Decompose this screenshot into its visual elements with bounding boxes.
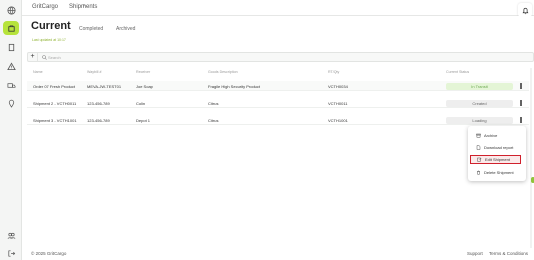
- column-current-status[interactable]: Current Status: [446, 70, 469, 74]
- table-header: Name Waybill # Receiver Goods Descriptio…: [22, 68, 534, 76]
- cell-waybill: MEVA-JW-TEST01: [87, 84, 122, 89]
- row-menu-icon[interactable]: [518, 100, 524, 107]
- table-row[interactable]: Shipment 2 - VCTH0011 123-456-789 Colin …: [27, 98, 529, 108]
- download-icon: [475, 145, 481, 151]
- table-scrollbar[interactable]: [530, 68, 532, 248]
- cell-name: Shipment 2 - VCTH0011: [33, 101, 77, 106]
- archive-icon: [475, 133, 481, 139]
- status-badge: In Transit: [446, 82, 513, 90]
- map-pin-icon[interactable]: [4, 96, 18, 110]
- truck-icon[interactable]: [4, 78, 18, 92]
- menu-item-label: Edit Shipment: [485, 157, 510, 162]
- table-row[interactable]: Order 07 Fresh Product MEVA-JW-TEST01 Jo…: [27, 81, 529, 91]
- column-waybill[interactable]: Waybill #: [87, 70, 101, 74]
- search-icon: [42, 54, 47, 60]
- trash-icon: [475, 170, 481, 176]
- cell-name: Order 07 Fresh Product: [33, 84, 76, 89]
- menu-item-label: Archive: [484, 133, 498, 138]
- cell-receiver: Colin: [136, 101, 146, 106]
- logout-icon[interactable]: [4, 246, 18, 260]
- breadcrumb-current: Shipments: [69, 4, 98, 10]
- cell-receiver: Depot 1: [136, 118, 151, 123]
- row-menu-icon[interactable]: [518, 83, 524, 90]
- table-row[interactable]: Shipment 3 - VCTH1001 123-456-789 Depot …: [27, 115, 529, 125]
- menu-item-label: Delete Shipment: [484, 170, 514, 175]
- row-menu-icon[interactable]: [518, 117, 524, 124]
- main-content: Current Completed Archived Last updated …: [22, 16, 534, 260]
- globe-icon[interactable]: [4, 3, 18, 17]
- menu-item-delete-shipment[interactable]: Delete Shipment: [470, 168, 521, 177]
- cell-goods: Citrus: [208, 101, 219, 106]
- footer-copyright: © 2025 GritCargo: [31, 251, 67, 256]
- menu-item-label: Download report: [484, 145, 514, 150]
- tab-completed[interactable]: Completed: [79, 26, 103, 32]
- column-receiver[interactable]: Receiver: [136, 70, 150, 74]
- last-updated-label: Last updated at 10:17: [32, 38, 66, 42]
- page-title: Current: [31, 20, 71, 32]
- cell-receiver: Joe Soap: [136, 84, 153, 89]
- breadcrumb-home[interactable]: GritCargo: [32, 4, 58, 10]
- status-badge: Loading: [446, 116, 513, 124]
- top-header: GritCargo › Shipments: [22, 0, 534, 17]
- cell-rt-qty: VCTH0034: [328, 84, 348, 89]
- edit-icon: [476, 157, 482, 163]
- package-icon[interactable]: [3, 21, 19, 35]
- add-shipment-button[interactable]: +: [28, 53, 38, 61]
- tab-archived[interactable]: Archived: [116, 26, 135, 32]
- menu-item-archive[interactable]: Archive: [470, 131, 521, 140]
- users-icon[interactable]: [4, 228, 18, 242]
- book-icon[interactable]: [4, 40, 18, 54]
- cell-goods: Fragile High Security Product: [208, 84, 261, 89]
- sidebar: [0, 0, 22, 260]
- warning-icon[interactable]: [4, 59, 18, 73]
- cell-waybill: 123-456-789: [87, 118, 110, 123]
- cell-goods: Citrus: [208, 118, 219, 123]
- cell-rt-qty: VCTH0011: [328, 101, 348, 106]
- search-input[interactable]: [48, 53, 348, 61]
- column-rt-qty[interactable]: RT/Qty: [328, 70, 339, 74]
- menu-item-edit-shipment[interactable]: Edit Shipment: [470, 155, 521, 164]
- row-context-menu: Archive Download report Edit Shipment De…: [468, 126, 526, 181]
- cell-rt-qty: VCTH1001: [328, 118, 348, 123]
- footer-terms-link[interactable]: Terms & Conditions: [489, 251, 528, 256]
- search-toolbar: +: [27, 52, 534, 62]
- column-goods-description[interactable]: Goods Description: [208, 70, 238, 74]
- cell-name: Shipment 3 - VCTH1001: [33, 118, 77, 123]
- notification-bell-icon[interactable]: [518, 3, 532, 17]
- column-name[interactable]: Name: [33, 70, 43, 74]
- cell-waybill: 123-456-789: [87, 101, 110, 106]
- status-badge: Created: [446, 99, 513, 107]
- menu-item-download-report[interactable]: Download report: [470, 143, 521, 152]
- footer-support-link[interactable]: Support: [467, 251, 483, 256]
